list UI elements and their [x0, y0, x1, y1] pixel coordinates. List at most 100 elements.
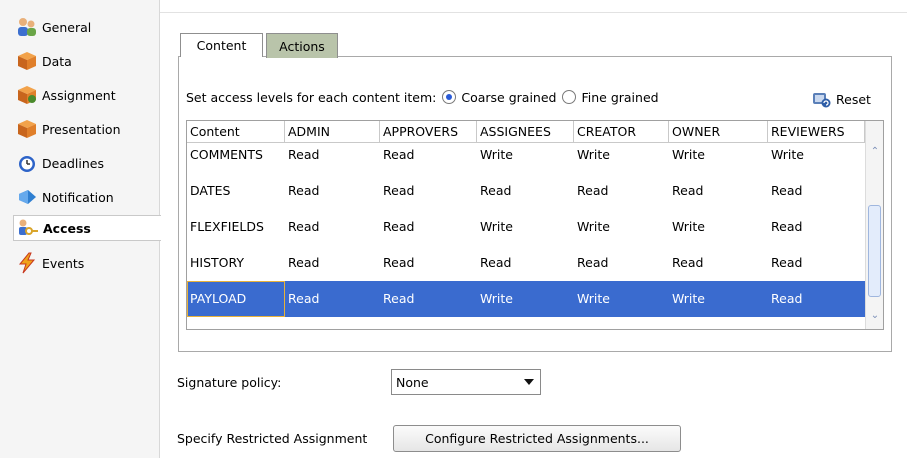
table-row[interactable]: FLEXFIELDS Read Read Write Write Write Read	[187, 209, 865, 245]
signature-policy-select[interactable]: None	[391, 369, 541, 395]
sidebar-item-general[interactable]: General	[16, 14, 160, 40]
content-cell[interactable]: PAYLOAD	[187, 281, 285, 317]
access-level-cell[interactable]: Read	[574, 173, 669, 209]
column-header-approvers[interactable]: APPROVERS	[380, 121, 477, 143]
sidebar-item-deadlines[interactable]: Deadlines	[16, 150, 160, 176]
table-row[interactable]: REVIEWERSReadReadReadReadReadRead	[187, 317, 865, 329]
column-header-admin[interactable]: ADMIN	[285, 121, 380, 143]
reset-icon	[812, 90, 832, 108]
sidebar-item-label: Access	[43, 220, 91, 236]
access-table: Content ADMIN APPROVERS ASSIGNEES CREATO…	[186, 120, 884, 330]
presentation-icon	[16, 118, 38, 140]
access-level-cell[interactable]: Read	[285, 143, 380, 173]
access-level-cell[interactable]: Write	[477, 143, 574, 173]
access-level-cell[interactable]: Read	[285, 209, 380, 245]
access-level-cell[interactable]: Read	[380, 143, 477, 173]
access-level-cell[interactable]: Read	[380, 281, 477, 317]
access-level-cell[interactable]: Write	[574, 143, 669, 173]
table-row[interactable]: COMMENTS Read Read Write Write Write Write	[187, 143, 865, 173]
access-level-cell[interactable]: Read	[768, 245, 865, 281]
access-level-cell[interactable]: Write	[477, 281, 574, 317]
access-level-cell[interactable]: Read	[285, 281, 380, 317]
sidebar-item-presentation[interactable]: Presentation	[16, 116, 160, 142]
sidebar-item-label: Events	[42, 255, 85, 271]
table-row[interactable]: PAYLOAD Read Read Write Write Write Read	[187, 281, 865, 317]
sidebar-item-label: Deadlines	[42, 155, 104, 171]
table-row[interactable]: DATES Read Read Read Read Read Read	[187, 173, 865, 209]
tab-actions[interactable]: Actions	[266, 33, 338, 58]
access-level-cell[interactable]: Read	[574, 245, 669, 281]
chevron-down-icon	[524, 379, 534, 385]
access-level-row: Set access levels for each content item:…	[186, 86, 886, 108]
sidebar-item-assignment[interactable]: Assignment	[16, 82, 160, 108]
access-level-cell[interactable]: Write	[669, 143, 768, 173]
access-level-cell[interactable]: Read	[768, 317, 865, 329]
access-level-cell[interactable]: Read	[574, 317, 669, 329]
access-level-cell[interactable]: Read	[380, 173, 477, 209]
content-cell[interactable]: HISTORY	[187, 245, 285, 281]
access-level-cell[interactable]: Read	[768, 281, 865, 317]
access-key-icon	[17, 217, 39, 239]
table-body: COMMENTS Read Read Write Write Write Write DATE…	[187, 143, 865, 329]
scroll-up-icon[interactable]: ⌃	[870, 147, 880, 157]
access-level-cell[interactable]: Write	[669, 281, 768, 317]
access-level-cell[interactable]: Read	[285, 245, 380, 281]
assignment-icon	[16, 84, 38, 106]
coarse-grained-radio[interactable]	[442, 90, 457, 104]
content-cell[interactable]: DATES	[187, 173, 285, 209]
access-level-cell[interactable]: Read	[285, 173, 380, 209]
column-header-owner[interactable]: OWNER	[669, 121, 768, 143]
fine-grained-label: Fine grained	[581, 89, 659, 105]
column-header-reviewers[interactable]: REVIEWERS	[768, 121, 865, 143]
access-level-cell[interactable]: Read	[768, 173, 865, 209]
access-prompt: Set access levels for each content item:	[186, 89, 437, 105]
notification-icon	[16, 186, 38, 208]
access-level-cell[interactable]: Read	[477, 173, 574, 209]
sidebar-item-data[interactable]: Data	[16, 48, 160, 74]
sidebar-item-label: Presentation	[42, 121, 121, 137]
sidebar-item-label: Assignment	[42, 87, 116, 103]
fine-grained-radio[interactable]	[562, 90, 577, 104]
access-level-cell[interactable]: Write	[669, 209, 768, 245]
table-row[interactable]: HISTORY Read Read Read Read Read Read	[187, 245, 865, 281]
column-header-content[interactable]: Content	[187, 121, 285, 143]
signature-policy-label: Signature policy:	[177, 375, 282, 390]
content-cell[interactable]: REVIEWERS	[187, 317, 285, 329]
sidebar-item-label: Notification	[42, 189, 114, 205]
access-level-cell[interactable]: Read	[477, 317, 574, 329]
access-level-cell[interactable]: Write	[768, 143, 865, 173]
content-cell[interactable]: FLEXFIELDS	[187, 209, 285, 245]
sidebar-item-label: Data	[42, 53, 72, 69]
clock-icon	[16, 152, 38, 174]
sidebar-item-notification[interactable]: Notification	[16, 184, 160, 210]
people-icon	[16, 16, 38, 38]
access-level-cell[interactable]: Read	[669, 317, 768, 329]
access-level-cell[interactable]: Read	[669, 173, 768, 209]
access-level-cell[interactable]: Read	[380, 317, 477, 329]
access-level-cell[interactable]: Read	[285, 317, 380, 329]
restricted-assignment-label: Specify Restricted Assignment	[177, 431, 368, 446]
reset-button[interactable]: Reset	[812, 89, 871, 109]
tab-content[interactable]: Content	[180, 33, 263, 57]
column-header-creator[interactable]: CREATOR	[574, 121, 669, 143]
vertical-scrollbar[interactable]: ⌃ ⌄	[865, 121, 883, 329]
access-level-cell[interactable]: Write	[574, 209, 669, 245]
access-level-cell[interactable]: Read	[768, 209, 865, 245]
coarse-grained-label: Coarse grained	[461, 89, 557, 105]
column-header-assignees[interactable]: ASSIGNEES	[477, 121, 574, 143]
access-level-cell[interactable]: Read	[380, 209, 477, 245]
access-level-cell[interactable]: Write	[477, 209, 574, 245]
access-level-cell[interactable]: Write	[574, 281, 669, 317]
access-level-cell[interactable]: Read	[669, 245, 768, 281]
configure-restricted-assignments-button[interactable]: Configure Restricted Assignments...	[393, 425, 681, 452]
scroll-thumb[interactable]	[868, 205, 881, 297]
scroll-down-icon[interactable]: ⌄	[870, 311, 880, 321]
sidebar-item-events[interactable]: Events	[16, 250, 160, 276]
access-level-cell[interactable]: Read	[380, 245, 477, 281]
access-level-cell[interactable]: Read	[477, 245, 574, 281]
divider	[160, 12, 907, 13]
reset-label: Reset	[836, 91, 871, 107]
configure-button-label: Configure Restricted Assignments...	[425, 431, 649, 446]
sidebar-item-access[interactable]: Access	[13, 215, 161, 241]
content-cell[interactable]: COMMENTS	[187, 143, 285, 173]
